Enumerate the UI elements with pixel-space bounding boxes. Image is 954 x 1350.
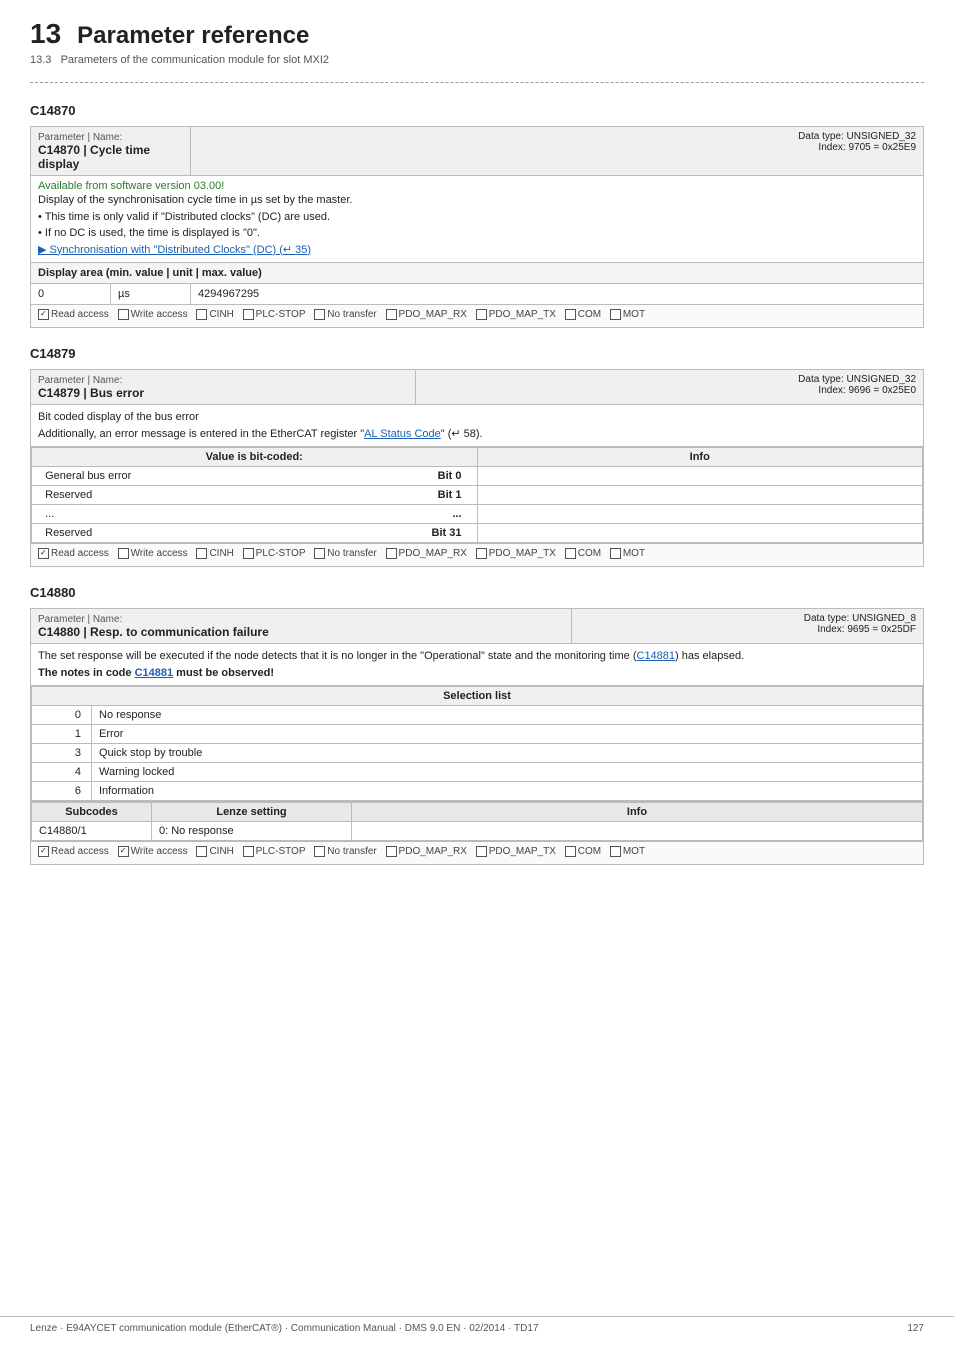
param-name-c14870: C14870 | Cycle time display [38,143,150,171]
cb-plcstop-c14870 [243,309,254,320]
cb-cinh-c14870 [196,309,207,320]
page-title: Parameter reference [77,22,309,50]
param-link-c14881-note[interactable]: C14881 [135,667,174,679]
selection-row-4: 4 Warning locked [32,763,923,782]
cb-mot-c14880 [610,846,621,857]
cb-cinh-c14880 [196,846,207,857]
cb-write-c14880 [118,846,129,857]
available-note-c14870: Available from software version 03.00! [38,180,916,192]
param-desc-c14879: Bit coded display of the bus error Addit… [38,409,916,442]
bit-info-header-c14879: Info [477,448,923,467]
cb-plcstop-c14880 [243,846,254,857]
selection-row-1: 1 Error [32,725,923,744]
footer-left: Lenze · E94AYCET communication module (E… [30,1323,539,1334]
selection-row-6: 6 Information [32,782,923,801]
page-number: 13 [30,20,61,48]
cb-com-c14870 [565,309,576,320]
section-label-c14870: C14870 [30,103,924,118]
param-table-c14870: Parameter | Name: C14870 | Cycle time di… [30,126,924,328]
param-label-c14880: Parameter | Name: [38,614,122,625]
param-name-c14880: C14880 | Resp. to communication failure [38,625,269,639]
cb-pdorx-c14870 [386,309,397,320]
subcodes-header-info: Info [352,803,923,822]
section-label-c14880: C14880 [30,585,924,600]
cb-cinh-c14879 [196,548,207,559]
param-desc-c14880: The set response will be executed if the… [38,648,916,681]
index-c14879: Index: 9696 = 0x25E0 [818,385,916,396]
cb-write-c14879 [118,548,129,559]
selection-row-0: 0 No response [32,706,923,725]
cb-pdorx-c14880 [386,846,397,857]
selection-header-c14880: Selection list [32,687,923,706]
display-area-max-c14870: 4294967295 [191,284,924,305]
param-table-c14880: Parameter | Name: C14880 | Resp. to comm… [30,608,924,865]
page-footer: Lenze · E94AYCET communication module (E… [0,1316,954,1334]
display-area-header-c14870: Display area (min. value | unit | max. v… [31,263,924,284]
access-row-c14870: Read access Write access CINH PLC-STOP N… [31,305,924,328]
bit-table-c14879: Value is bit-coded: Info Bit 0 General b… [31,447,923,543]
section-label-c14879: C14879 [30,346,924,361]
subcodes-header-subcode: Subcodes [32,803,152,822]
display-area-min-c14870: 0 [31,284,111,305]
page-header: 13 Parameter reference [30,20,924,50]
selection-table-c14880: Selection list 0 No response 1 Error 3 Q… [31,686,923,801]
cb-pdorx-c14879 [386,548,397,559]
selection-row-3: 3 Quick stop by trouble [32,744,923,763]
param-label-c14870: Parameter | Name: [38,132,122,143]
cb-pdotx-c14879 [476,548,487,559]
bit-row-1: Bit 1 Reserved [32,486,923,505]
cb-write-c14870 [118,309,129,320]
cb-read-c14879 [38,548,49,559]
data-type-c14880: Data type: UNSIGNED_8 [804,613,916,624]
bit-coded-header-c14879: Value is bit-coded: [32,448,478,467]
param-link-c14881-desc[interactable]: C14881 [637,650,676,662]
cb-plcstop-c14879 [243,548,254,559]
cb-pdotx-c14880 [476,846,487,857]
param-label-c14879: Parameter | Name: [38,375,122,386]
cb-notransfer-c14880 [314,846,325,857]
subcode-row-0: C14880/1 0: No response [32,822,923,841]
bit-row-0: Bit 0 General bus error [32,467,923,486]
subcodes-table-c14880: Subcodes Lenze setting Info C14880/1 0: … [31,802,923,841]
footer-right: 127 [907,1323,924,1334]
access-row-c14879: Read access Write access CINH PLC-STOP N… [31,544,924,567]
param-link-alstatus-c14879[interactable]: AL Status Code [364,428,441,440]
index-c14870: Index: 9705 = 0x25E9 [818,142,916,153]
section-heading: 13.3 Parameters of the communication mod… [30,54,924,66]
index-c14880: Index: 9695 = 0x25DF [817,624,916,635]
param-table-c14879: Parameter | Name: C14879 | Bus error Dat… [30,369,924,567]
param-link-c14870[interactable]: ▶ Synchronisation with "Distributed Cloc… [38,244,311,256]
data-type-c14879: Data type: UNSIGNED_32 [798,374,916,385]
cb-read-c14870 [38,309,49,320]
data-type-c14870: Data type: UNSIGNED_32 [798,131,916,142]
display-area-unit-c14870: µs [111,284,191,305]
cb-com-c14880 [565,846,576,857]
cb-read-c14880 [38,846,49,857]
bit-row-ellipsis: ... ... [32,505,923,524]
cb-mot-c14879 [610,548,621,559]
cb-com-c14879 [565,548,576,559]
cb-mot-c14870 [610,309,621,320]
param-desc-c14870: Display of the synchronisation cycle tim… [38,192,916,258]
divider [30,82,924,83]
cb-notransfer-c14879 [314,548,325,559]
cb-pdotx-c14870 [476,309,487,320]
bit-row-31: Bit 31 Reserved [32,524,923,543]
subcodes-header-lenze: Lenze setting [152,803,352,822]
cb-notransfer-c14870 [314,309,325,320]
access-row-c14880: Read access Write access CINH PLC-STOP N… [31,842,924,865]
param-name-c14879: C14879 | Bus error [38,386,144,400]
